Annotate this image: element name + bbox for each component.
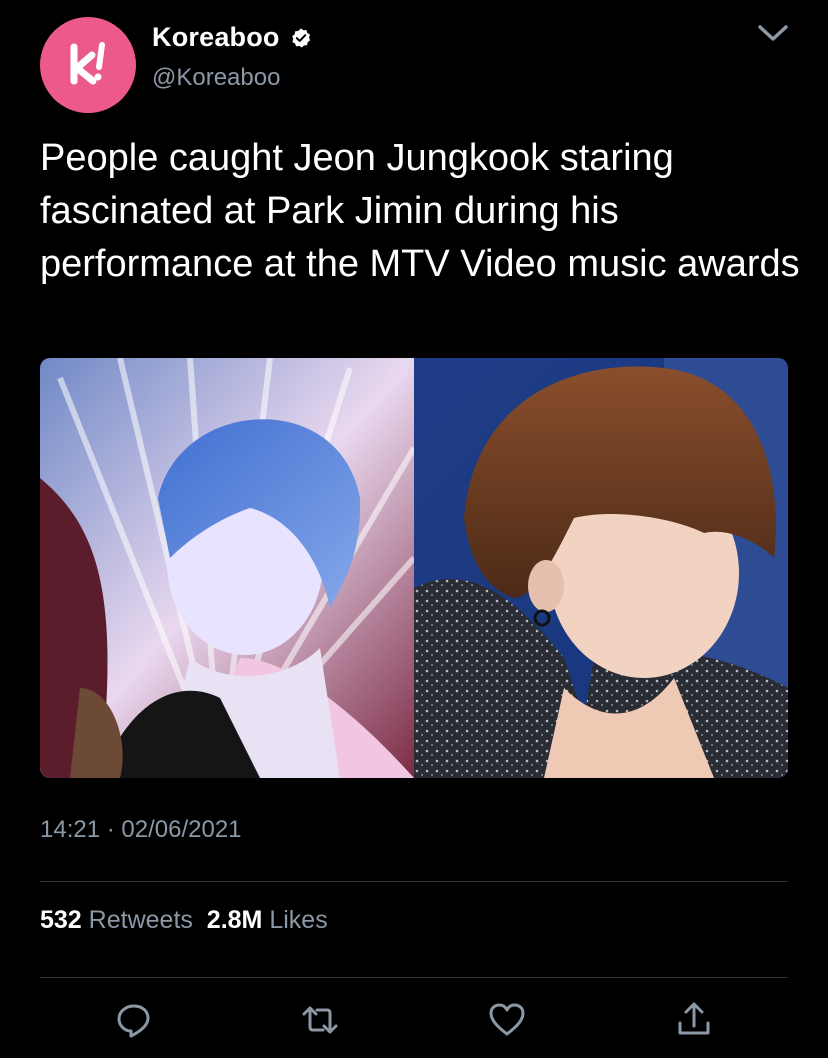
divider-top [40, 881, 788, 882]
retweets-label: Retweets [88, 906, 193, 934]
likes-label: Likes [269, 906, 328, 934]
retweets-count: 532 [40, 906, 82, 934]
reply-icon [117, 1004, 150, 1038]
share-icon [678, 1002, 710, 1035]
tweet-media[interactable] [40, 358, 788, 778]
retweet-icon [302, 1006, 338, 1034]
avatar[interactable] [40, 17, 136, 113]
retweet-button[interactable] [300, 1000, 340, 1040]
tweet-stats: 532 Retweets 2.8M Likes [40, 906, 328, 935]
tweet-timestamp[interactable]: 14:21 · 02/06/2021 [40, 816, 242, 844]
tweet-date: 02/06/2021 [121, 816, 242, 843]
tweet-action-bar [0, 1000, 828, 1044]
reply-button[interactable] [114, 1000, 154, 1040]
author-handle[interactable]: @Koreaboo [152, 64, 280, 92]
author-name-row[interactable]: Koreaboo [152, 22, 312, 53]
tweet-time: 14:21 [40, 816, 101, 843]
author-display-name[interactable]: Koreaboo [152, 22, 280, 53]
tweet-text: People caught Jeon Jungkook staring fasc… [40, 137, 800, 285]
timestamp-separator: · [106, 816, 115, 843]
share-button[interactable] [674, 1000, 714, 1040]
retweets-stat[interactable]: 532 Retweets [40, 906, 193, 934]
media-photo-right[interactable] [414, 358, 788, 778]
likes-stat[interactable]: 2.8M Likes [207, 906, 328, 934]
likes-count: 2.8M [206, 906, 263, 934]
verified-badge-icon [291, 27, 310, 47]
divider-bottom [40, 977, 788, 978]
koreaboo-logo-icon [70, 42, 105, 85]
like-icon [489, 1003, 525, 1036]
media-photo-left[interactable] [40, 358, 414, 778]
chevron-down-icon[interactable] [756, 20, 790, 46]
like-button[interactable] [487, 1000, 527, 1040]
